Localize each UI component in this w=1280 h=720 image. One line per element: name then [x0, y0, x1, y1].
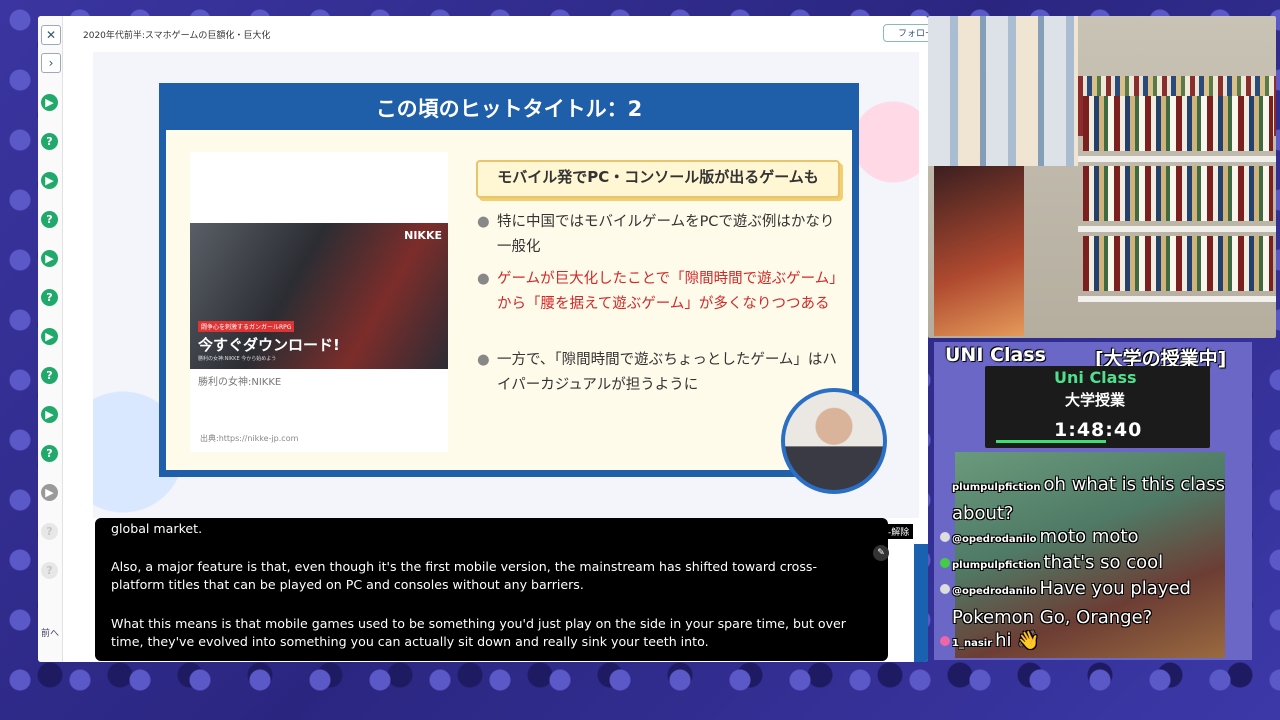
avatar [940, 584, 950, 594]
banner-cta: 今すぐダウンロード! [198, 336, 340, 354]
bullet-dot-icon: ● [477, 352, 490, 368]
current-lesson-icon[interactable]: ▶ [41, 484, 58, 501]
close-icon[interactable]: ✕ [41, 25, 61, 45]
slide-heading: この頃のヒットタイトル：2 [166, 90, 852, 130]
presenter-facecam [781, 388, 887, 494]
bookshelf-row [1083, 236, 1273, 291]
quiz-status-icon[interactable]: ? [41, 133, 58, 150]
bullet-item: ● ゲームが巨大化したことで「隙間時間で遊ぶゲーム」から「腰を据えて遊ぶゲーム」が… [477, 267, 837, 317]
edit-icon[interactable]: ✎ [873, 545, 889, 561]
image-source: 出典:https://nikke-jp.com [200, 434, 299, 443]
game-image-panel: NIKKE 闘争心を刺激するガンガールRPG 今すぐダウンロード! 勝利の女神:… [190, 152, 448, 452]
slide: この頃のヒットタイトル：2 NIKKE 闘争心を刺激するガンガールRPG 今すぐ… [159, 83, 859, 477]
callout-box: モバイル発でPC・コンソール版が出るゲームも [476, 160, 840, 198]
room-camera [928, 16, 1276, 338]
chat-message: plumpulpfiction oh what is this class abo… [952, 474, 1225, 524]
caption-line: Also, a major feature is that, even thou… [111, 559, 817, 592]
play-status-icon[interactable]: ▶ [41, 172, 58, 189]
quiz-status-icon[interactable]: ? [41, 367, 58, 384]
bookshelf-row [1083, 166, 1273, 221]
stream-title: UNI Class [945, 344, 1046, 366]
shelf [1078, 156, 1276, 162]
locked-quiz-icon[interactable]: ? [41, 523, 58, 540]
timer-progress [996, 440, 1106, 443]
quiz-status-icon[interactable]: ? [41, 445, 58, 462]
chat-message: @opedrodanilo Have you played Pokemon Go,… [940, 576, 1232, 631]
prev-button[interactable]: 前へ [38, 626, 62, 639]
timer-sublabel: 大学授業 [1065, 391, 1126, 409]
play-status-icon[interactable]: ▶ [41, 250, 58, 267]
quiz-status-icon[interactable]: ? [41, 211, 58, 228]
locked-quiz-icon[interactable]: ? [41, 562, 58, 579]
avatar [940, 532, 950, 542]
caption-overlay: global market. Also, a major feature is … [95, 518, 888, 661]
play-status-icon[interactable]: ▶ [41, 94, 58, 111]
class-timer: 1:48:40 [1054, 419, 1143, 441]
play-status-icon[interactable]: ▶ [41, 328, 58, 345]
dragon-poster [934, 166, 1024, 336]
timer-label: Uni Class [1054, 368, 1137, 387]
bookshelf-row [1083, 96, 1273, 151]
chat-message: plumpulpfiction that's so cool [940, 550, 1232, 579]
lesson-sidebar: ✕ › ▶ ? ▶ ? ▶ ? ▶ ? ▶ ? ▶ ? ? 前へ [38, 16, 63, 662]
banner-tag: 闘争心を刺激するガンガールRPG [198, 321, 295, 332]
shelf [1078, 296, 1276, 302]
caption-line: What this means is that mobile games use… [111, 616, 846, 649]
image-caption: 勝利の女神:NIKKE [198, 377, 282, 388]
nikke-banner-image: NIKKE 闘争心を刺激するガンガールRPG 今すぐダウンロード! 勝利の女神:… [190, 223, 448, 369]
lesson-title: 2020年代前半:スマホゲームの巨額化・巨大化 [83, 31, 271, 41]
bullet-item: ● 特に中国ではモバイルゲームをPCで遊ぶ例はかなり一般化 [477, 210, 837, 260]
slide-edge [914, 544, 928, 662]
chat-message: @opedrodanilo moto moto [940, 524, 1232, 553]
follow-button[interactable]: フォロー [883, 24, 928, 42]
nikke-logo: NIKKE [404, 229, 442, 242]
chat-message: 1_nasir hi 👋 [940, 628, 1232, 657]
shelf [1078, 226, 1276, 232]
avatar [940, 558, 950, 568]
quiz-status-icon[interactable]: ? [41, 289, 58, 306]
bullet-dot-icon: ● [477, 214, 490, 230]
chevron-right-icon[interactable]: › [41, 53, 61, 73]
avatar [940, 636, 950, 646]
banner-subtitle: 勝利の女神:NIKKE 今から始めよう [198, 356, 277, 362]
bullet-dot-icon: ● [477, 271, 490, 287]
bullet-item: ● 一方で、「隙間時間で遊ぶちょっとしたゲーム」はハイパーカジュアルが担うように [477, 348, 837, 398]
caption-close-button[interactable]: -解除 [884, 524, 914, 539]
caption-line: global market. [111, 521, 203, 536]
poster-wall [928, 16, 1078, 166]
play-status-icon[interactable]: ▶ [41, 406, 58, 423]
